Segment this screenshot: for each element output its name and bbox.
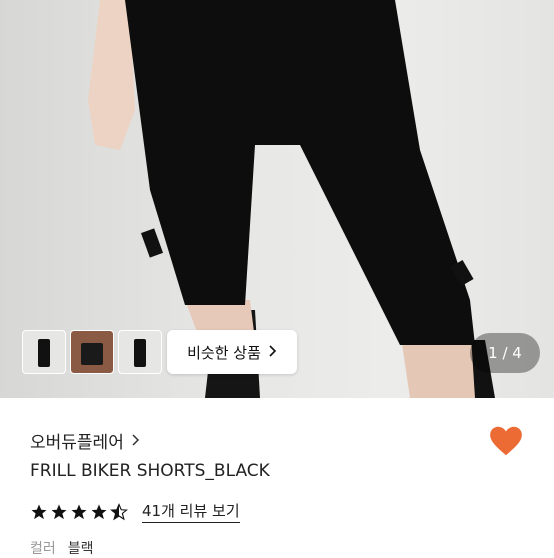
similar-products-label: 비슷한 상품 [187, 343, 261, 362]
chevron-right-icon [269, 343, 277, 361]
thumbnail[interactable] [22, 330, 66, 374]
thumbnail[interactable] [118, 330, 162, 374]
star-icon [31, 504, 47, 519]
brand-name: 오버듀플레어 [30, 433, 124, 453]
product-name: FRILL BIKER SHORTS_BLACK [30, 461, 270, 481]
color-value: 블랙 [67, 541, 94, 557]
chevron-right-icon [132, 431, 140, 451]
rating-stars [30, 502, 128, 521]
similar-products-button[interactable]: 비슷한 상품 [167, 330, 297, 374]
thumbnail[interactable] [70, 330, 114, 374]
brand-link[interactable]: 오버듀플레어 [30, 428, 140, 453]
image-counter: 1 / 4 [470, 333, 540, 373]
star-icon [51, 504, 67, 519]
rating-row: 41개 리뷰 보기 [30, 500, 240, 523]
star-icon [71, 504, 87, 519]
star-icon [91, 504, 107, 519]
color-row: 컬러 블랙 [30, 538, 94, 558]
color-label: 컬러 [30, 541, 56, 557]
thumbnail-strip [22, 330, 162, 374]
reviews-link[interactable]: 41개 리뷰 보기 [142, 500, 240, 523]
heart-icon[interactable] [487, 422, 525, 460]
star-half-icon [110, 502, 128, 520]
product-info: 오버듀플레어 FRILL BIKER SHORTS_BLACK 41개 리뷰 보… [0, 398, 554, 557]
